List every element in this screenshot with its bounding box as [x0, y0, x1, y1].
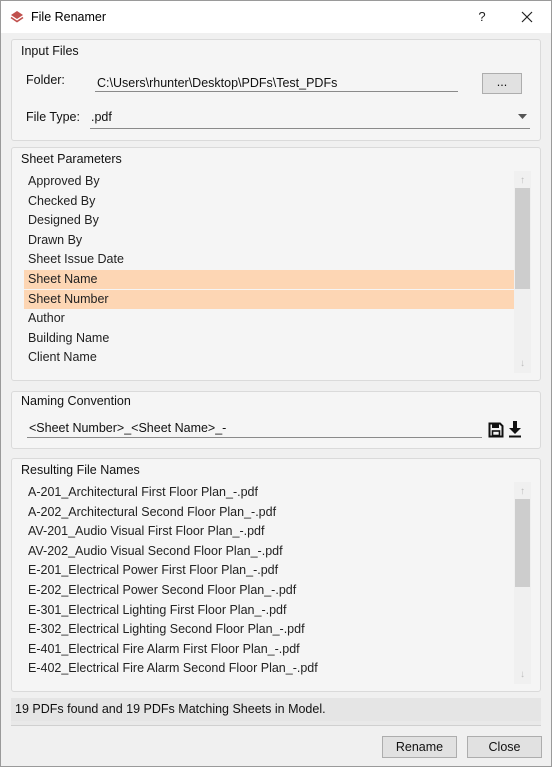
filetype-value: .pdf: [91, 110, 112, 124]
window-close-button[interactable]: [511, 4, 543, 30]
sheet-parameter-item[interactable]: Designed By: [24, 211, 514, 230]
input-files-group: Input Files Folder: C:\Users\rhunter\Des…: [11, 39, 541, 141]
result-file-item[interactable]: E-301_Electrical Lighting First Floor Pl…: [24, 601, 514, 620]
sheet-parameter-item[interactable]: Sheet Number: [24, 289, 514, 309]
close-button[interactable]: Close: [467, 736, 542, 758]
scroll-thumb[interactable]: [515, 188, 530, 289]
resulting-files-scrollbar[interactable]: ↑ ↓: [514, 482, 531, 684]
result-file-item[interactable]: AV-201_Audio Visual First Floor Plan_-.p…: [24, 522, 514, 541]
resulting-files-group: Resulting File Names A-201_Architectural…: [11, 458, 541, 692]
scroll-down-icon[interactable]: ↓: [514, 666, 531, 683]
close-icon: [521, 11, 533, 23]
resulting-files-label: Resulting File Names: [21, 463, 140, 477]
chevron-down-icon: [518, 114, 527, 119]
file-renamer-window: File Renamer ? Input Files Folder: C:\Us…: [0, 0, 552, 767]
folder-path-underline: [95, 91, 458, 92]
result-file-item[interactable]: E-302_Electrical Lighting Second Floor P…: [24, 620, 514, 639]
result-file-item[interactable]: E-401_Electrical Fire Alarm First Floor …: [24, 640, 514, 659]
sheet-parameters-label: Sheet Parameters: [21, 152, 122, 166]
save-icon[interactable]: [488, 422, 504, 438]
scroll-thumb[interactable]: [515, 499, 530, 587]
browse-button[interactable]: ...: [482, 73, 522, 94]
sheet-parameters-group: Sheet Parameters Approved By Checked By De…: [11, 147, 541, 381]
folder-label: Folder:: [26, 73, 65, 87]
sheet-parameter-item[interactable]: Client Name: [24, 348, 514, 367]
status-message: 19 PDFs found and 19 PDFs Matching Sheet…: [15, 702, 326, 716]
filetype-label: File Type:: [26, 110, 80, 124]
sheet-parameters-scrollbar[interactable]: ↑ ↓: [514, 171, 531, 373]
result-file-item[interactable]: E-201_Electrical Power First Floor Plan_…: [24, 561, 514, 580]
input-files-label: Input Files: [21, 44, 79, 58]
resulting-files-list[interactable]: A-201_Architectural First Floor Plan_-.p…: [24, 482, 532, 684]
result-file-item[interactable]: A-201_Architectural First Floor Plan_-.p…: [24, 483, 514, 502]
result-file-item[interactable]: AV-202_Audio Visual Second Floor Plan_-.…: [24, 542, 514, 561]
result-file-item[interactable]: E-402_Electrical Fire Alarm Second Floor…: [24, 659, 514, 678]
naming-convention-group: Naming Convention <Sheet Number>_<Sheet …: [11, 391, 541, 449]
sheet-parameter-item[interactable]: Building Name: [24, 329, 514, 348]
app-icon: [10, 11, 24, 23]
download-icon[interactable]: [508, 421, 522, 438]
filetype-dropdown[interactable]: .pdf: [90, 106, 530, 128]
sheet-parameter-item[interactable]: Sheet Name: [24, 270, 514, 289]
scroll-up-icon[interactable]: ↑: [514, 172, 531, 189]
title-bar: File Renamer ?: [1, 1, 551, 33]
sheet-parameter-item[interactable]: Checked By: [24, 192, 514, 211]
naming-convention-underline: [27, 437, 482, 438]
status-bar: 19 PDFs found and 19 PDFs Matching Sheet…: [11, 698, 541, 721]
filetype-underline: [90, 128, 530, 129]
help-button[interactable]: ?: [469, 6, 495, 28]
naming-convention-label: Naming Convention: [21, 394, 131, 408]
window-title: File Renamer: [31, 10, 107, 24]
result-file-item[interactable]: A-202_Architectural Second Floor Plan_-.…: [24, 503, 514, 522]
rename-button[interactable]: Rename: [382, 736, 457, 758]
naming-convention-field[interactable]: <Sheet Number>_<Sheet Name>_-: [29, 421, 226, 435]
folder-path-field[interactable]: C:\Users\rhunter\Desktop\PDFs\Test_PDFs: [97, 76, 337, 90]
scroll-up-icon[interactable]: ↑: [514, 483, 531, 500]
status-progress-bar: [11, 721, 541, 726]
sheet-parameter-item[interactable]: Approved By: [24, 172, 514, 191]
sheet-parameter-item[interactable]: Sheet Issue Date: [24, 250, 514, 269]
sheet-parameters-list[interactable]: Approved By Checked By Designed By Drawn By…: [24, 171, 532, 373]
sheet-parameter-item[interactable]: Drawn By: [24, 231, 514, 250]
result-file-item[interactable]: E-202_Electrical Power Second Floor Plan…: [24, 581, 514, 600]
scroll-down-icon[interactable]: ↓: [514, 355, 531, 372]
sheet-parameter-item[interactable]: Author: [24, 309, 514, 328]
